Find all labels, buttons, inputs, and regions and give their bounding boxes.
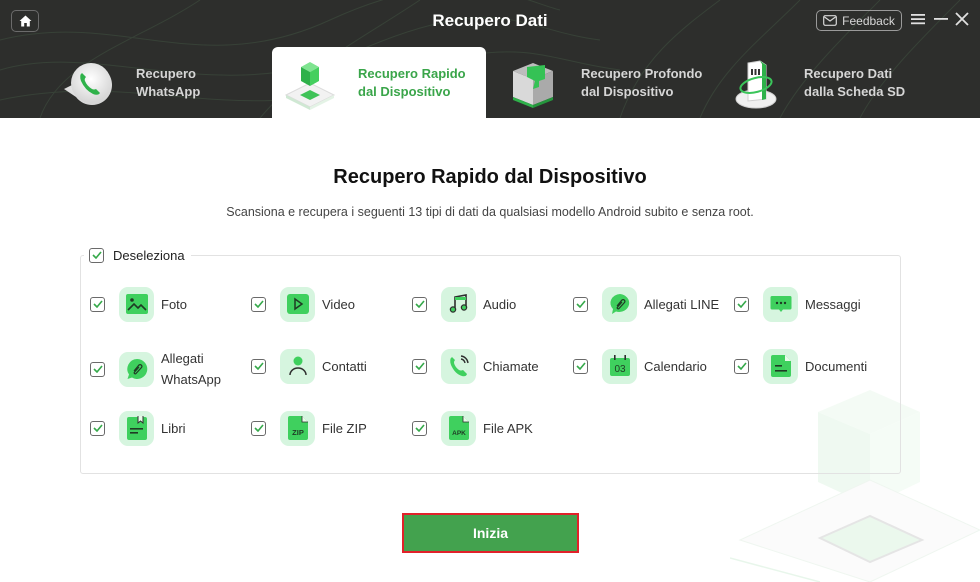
deep-scan-box-icon	[513, 62, 553, 108]
data-type-item-books[interactable]: Libri	[90, 410, 186, 446]
checkmark-icon	[92, 424, 103, 432]
svg-text:ZIP: ZIP	[292, 428, 304, 437]
video-icon	[280, 286, 315, 322]
book-icon	[119, 410, 154, 446]
checkbox[interactable]	[89, 247, 104, 263]
data-type-item-messages[interactable]: Messaggi	[734, 286, 861, 322]
photo-icon	[119, 286, 154, 322]
page-title: Recupero Rapido dal Dispositivo	[333, 166, 647, 188]
line-attachment-icon	[602, 286, 637, 322]
svg-text:03: 03	[614, 364, 626, 375]
checkmark-icon	[253, 362, 264, 370]
call-icon	[441, 348, 476, 384]
checkbox[interactable]	[90, 361, 105, 377]
checkbox[interactable]	[734, 358, 749, 374]
checkbox[interactable]	[90, 420, 105, 436]
whatsapp-attachment-icon	[119, 351, 154, 387]
checkmark-icon	[253, 424, 264, 432]
data-type-item-audio[interactable]: Audio	[412, 286, 516, 322]
data-type-item-calls[interactable]: Chiamate	[412, 348, 539, 384]
menu-icon	[911, 14, 925, 25]
data-type-label: Audio	[483, 296, 517, 312]
data-type-label: Foto	[161, 296, 188, 312]
data-type-label: Video	[322, 296, 356, 312]
data-type-label: Contatti	[322, 358, 367, 374]
device-scan-icon	[284, 61, 336, 110]
checkbox[interactable]	[573, 296, 588, 312]
message-icon	[763, 286, 798, 322]
tab-label: Recupero Profondo dal Dispositivo	[581, 65, 703, 99]
checkmark-icon	[575, 362, 586, 370]
checkmark-icon	[92, 365, 103, 373]
data-type-item-calendar[interactable]: 03 Calendario	[573, 348, 707, 384]
feedback-button[interactable]: Feedback	[816, 10, 902, 31]
checkmark-icon	[575, 300, 586, 308]
checkbox[interactable]	[734, 296, 749, 312]
deselect-all-checkbox[interactable]: Deseleziona	[84, 246, 191, 264]
contact-icon	[280, 348, 315, 384]
checkbox[interactable]	[412, 420, 427, 436]
checkbox[interactable]	[573, 358, 588, 374]
title-bar: Recupero Dati Feedback Recupero WhatsApp…	[0, 0, 980, 118]
tab-deep-device-recovery[interactable]: Recupero Profondo dal Dispositivo	[495, 47, 709, 118]
data-type-item-video[interactable]: Video	[251, 286, 355, 322]
calendar-icon: 03	[602, 348, 637, 384]
apk-file-icon: APK	[441, 410, 476, 446]
data-type-label: File ZIP	[322, 420, 367, 436]
checkmark-icon	[736, 362, 747, 370]
checkbox[interactable]	[251, 358, 266, 374]
close-icon	[955, 12, 969, 26]
document-icon	[763, 348, 798, 384]
data-type-label: File APK	[483, 420, 533, 436]
data-type-label: Messaggi	[805, 296, 861, 312]
tab-label: Recupero Rapido dal Dispositivo	[358, 65, 466, 99]
data-type-label: Calendario	[644, 358, 707, 374]
start-button[interactable]: Inizia	[402, 513, 579, 553]
data-type-item-photo[interactable]: Foto	[90, 286, 187, 322]
zip-file-icon: ZIP	[280, 410, 315, 446]
checkbox[interactable]	[251, 420, 266, 436]
data-type-label: Allegati WhatsApp	[161, 351, 221, 387]
checkbox[interactable]	[412, 358, 427, 374]
minimize-icon	[934, 18, 948, 20]
tab-quick-device-recovery[interactable]: Recupero Rapido dal Dispositivo	[272, 47, 486, 118]
checkbox[interactable]	[251, 296, 266, 312]
data-type-label: Libri	[161, 420, 186, 436]
tab-label: Recupero Dati dalla Scheda SD	[804, 65, 906, 99]
svg-text:APK: APK	[452, 430, 466, 437]
checkmark-icon	[414, 362, 425, 370]
checkmark-icon	[414, 424, 425, 432]
tab-label: Recupero WhatsApp	[136, 65, 201, 99]
deselect-label: Deseleziona	[113, 247, 185, 263]
feedback-label: Feedback	[842, 13, 895, 28]
sd-card-icon	[735, 59, 777, 108]
tab-sd-card-recovery[interactable]: Recupero Dati dalla Scheda SD	[718, 47, 932, 118]
data-type-item-apk-files[interactable]: APK File APK	[412, 410, 533, 446]
data-type-item-zip-files[interactable]: ZIP File ZIP	[251, 410, 367, 446]
data-type-item-contacts[interactable]: Contatti	[251, 348, 367, 384]
page-subtitle: Scansiona e recupera i seguenti 13 tipi …	[226, 205, 754, 219]
music-icon	[441, 286, 476, 322]
checkbox[interactable]	[412, 296, 427, 312]
data-type-item-whatsapp-attachments[interactable]: Allegati WhatsApp	[90, 348, 241, 390]
checkmark-icon	[414, 300, 425, 308]
data-type-label: Chiamate	[483, 358, 539, 374]
data-type-label: Documenti	[805, 358, 868, 374]
menu-button[interactable]	[909, 9, 927, 29]
checkmark-icon	[91, 251, 102, 259]
checkbox[interactable]	[90, 296, 105, 312]
data-type-item-documents[interactable]: Documenti	[734, 348, 867, 384]
data-type-item-line-attachments[interactable]: Allegati LINE	[573, 286, 719, 322]
tab-whatsapp-recovery[interactable]: Recupero WhatsApp	[50, 47, 264, 118]
data-type-label: Allegati LINE	[644, 296, 720, 312]
checkmark-icon	[92, 300, 103, 308]
mail-icon	[823, 15, 838, 26]
checkmark-icon	[736, 300, 747, 308]
minimize-button[interactable]	[932, 9, 950, 29]
checkmark-icon	[253, 300, 264, 308]
close-button[interactable]	[953, 9, 971, 29]
whatsapp-phone-icon	[64, 62, 112, 105]
